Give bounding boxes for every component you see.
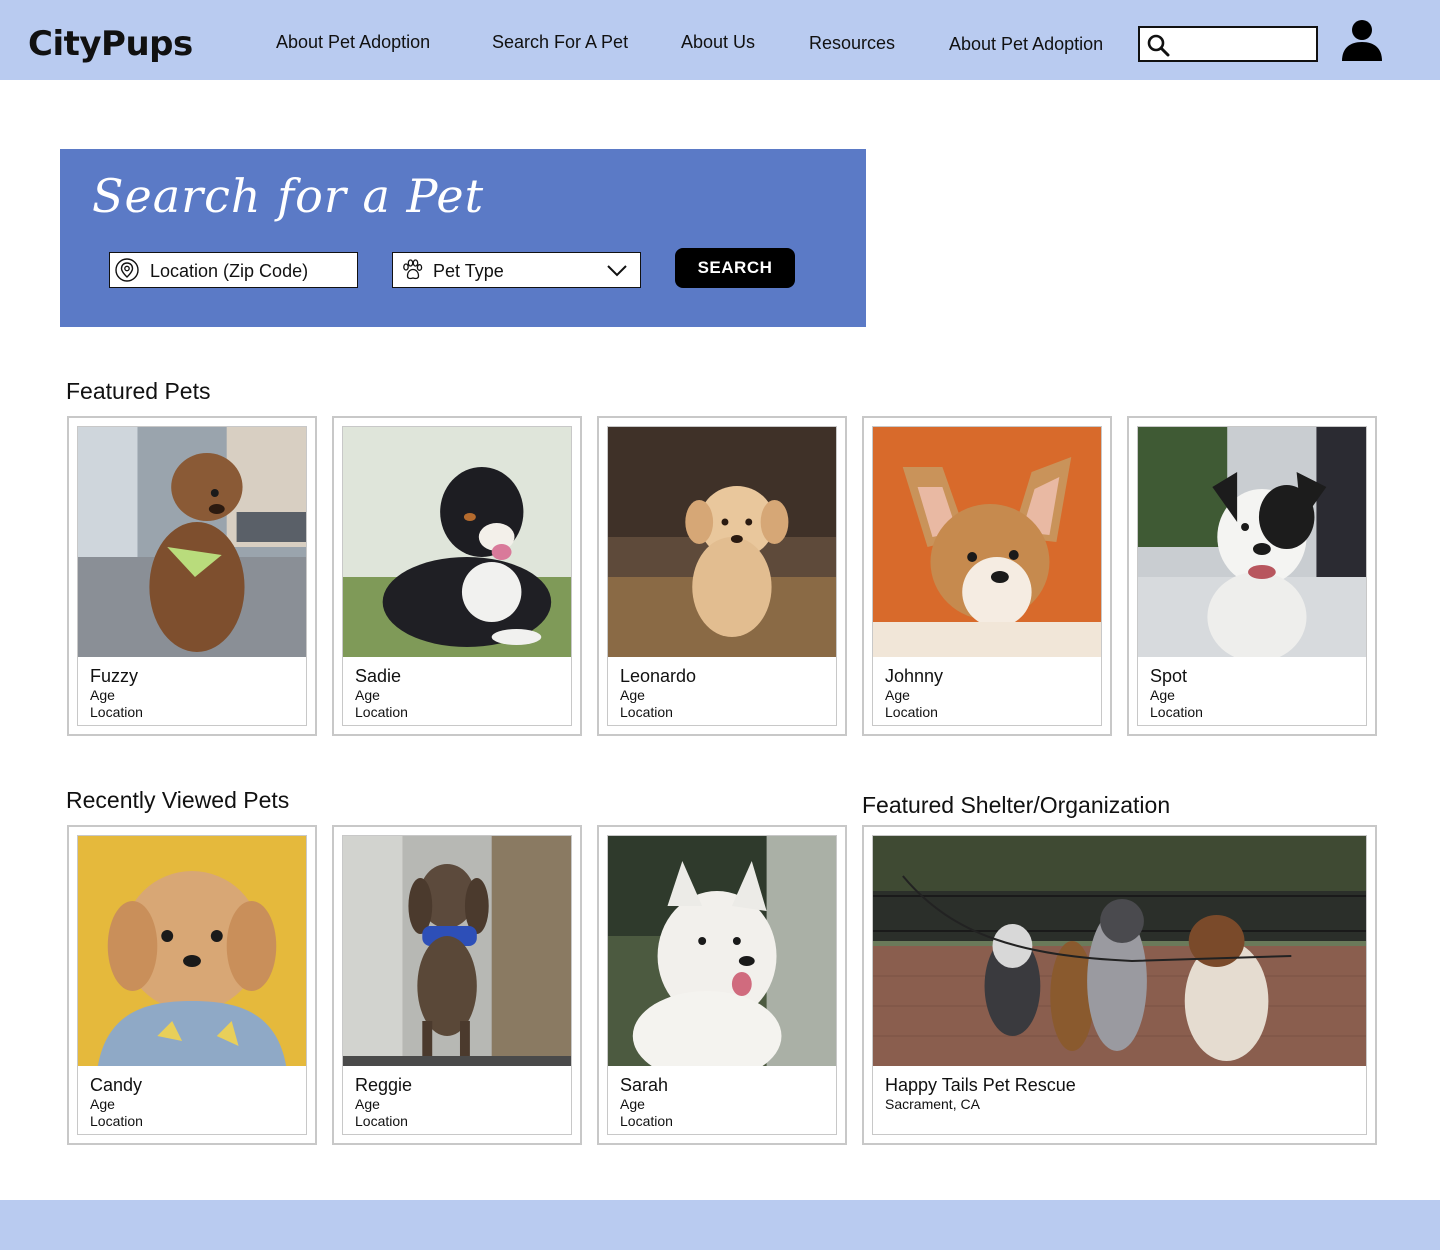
pet-age: Age	[90, 687, 115, 703]
pet-card-frame: Candy Age Location	[77, 835, 307, 1135]
pet-name: Johnny	[885, 666, 944, 686]
pet-photo	[343, 836, 571, 1066]
pet-card-frame: Reggie Age Location	[342, 835, 572, 1135]
pet-location: Location	[90, 1113, 143, 1129]
nav-link-about-us[interactable]: About Us	[681, 30, 755, 54]
pet-location: Location	[620, 704, 673, 720]
pet-age: Age	[885, 687, 910, 703]
pet-card-frame: Spot Age Location	[1137, 426, 1367, 726]
nav-link-search-for-a-pet[interactable]: Search For A Pet	[492, 30, 628, 54]
header-search-box[interactable]	[1138, 26, 1318, 62]
site-logo[interactable]: CityPups	[28, 22, 193, 66]
shelter-name: Happy Tails Pet Rescue	[885, 1075, 1076, 1095]
shelter-photo	[873, 836, 1366, 1066]
pet-location: Location	[355, 704, 408, 720]
pet-name: Leonardo	[620, 666, 697, 686]
pet-name: Candy	[90, 1075, 143, 1095]
pet-card-sadie[interactable]: Sadie Age Location	[332, 416, 582, 736]
pet-type-dropdown[interactable]: Pet Type	[392, 252, 641, 288]
top-nav-bar: CityPups About Pet Adoption Search For A…	[0, 0, 1440, 80]
pet-card-frame: Sadie Age Location	[342, 426, 572, 726]
pet-photo	[343, 427, 571, 657]
pet-card-candy[interactable]: Candy Age Location	[67, 825, 317, 1145]
search-button[interactable]: SEARCH	[675, 248, 795, 288]
pet-name: Reggie	[355, 1075, 413, 1095]
pet-age: Age	[620, 1096, 645, 1112]
location-input[interactable]: Location (Zip Code)	[109, 252, 358, 288]
nav-link-resources[interactable]: Resources	[809, 31, 895, 55]
header-search-input[interactable]	[1176, 32, 1312, 56]
paw-icon	[403, 259, 423, 280]
pet-photo	[1138, 427, 1366, 657]
pet-photo	[873, 427, 1101, 657]
shelter-location: Sacrament, CA	[885, 1096, 980, 1112]
pet-name: Spot	[1150, 666, 1188, 686]
pet-location: Location	[90, 704, 143, 720]
pet-location: Location	[620, 1113, 673, 1129]
pet-card-frame: Leonardo Age Location	[607, 426, 837, 726]
pet-card-reggie[interactable]: Reggie Age Location	[332, 825, 582, 1145]
pet-card-frame: Sarah Age Location	[607, 835, 837, 1135]
search-icon	[1147, 34, 1170, 57]
shelter-card[interactable]: Happy Tails Pet Rescue Sacrament, CA	[862, 825, 1377, 1145]
pet-photo	[78, 836, 306, 1066]
pet-card-spot[interactable]: Spot Age Location	[1127, 416, 1377, 736]
featured-pets-heading: Featured Pets	[66, 378, 211, 404]
nav-link-about-pet-adoption[interactable]: About Pet Adoption	[276, 30, 430, 54]
pet-card-leonardo[interactable]: Leonardo Age Location	[597, 416, 847, 736]
shelter-card-frame: Happy Tails Pet Rescue Sacrament, CA	[872, 835, 1367, 1135]
pet-location: Location	[885, 704, 938, 720]
pet-card-fuzzy[interactable]: Fuzzy Age Location	[67, 416, 317, 736]
pet-name: Fuzzy	[90, 666, 139, 686]
recently-viewed-heading: Recently Viewed Pets	[66, 787, 290, 813]
pet-photo	[608, 836, 836, 1066]
pet-age: Age	[355, 687, 380, 703]
pet-age: Age	[1150, 687, 1175, 703]
footer-bar	[0, 1200, 1440, 1250]
user-account-icon[interactable]	[1340, 18, 1384, 62]
pet-card-johnny[interactable]: Johnny Age Location	[862, 416, 1112, 736]
pet-card-sarah[interactable]: Sarah Age Location	[597, 825, 847, 1145]
featured-shelter-heading: Featured Shelter/Organization	[862, 792, 1171, 818]
pet-type-label: Pet Type	[433, 261, 504, 281]
pet-location: Location	[355, 1113, 408, 1129]
location-pin-icon	[115, 258, 139, 282]
pet-photo	[608, 427, 836, 657]
pet-age: Age	[90, 1096, 115, 1112]
pet-name: Sadie	[355, 666, 402, 686]
chevron-down-icon	[607, 265, 627, 277]
pet-photo	[78, 427, 306, 657]
pet-age: Age	[620, 687, 645, 703]
search-panel-title: Search for a Pet	[92, 169, 485, 223]
location-placeholder: Location (Zip Code)	[150, 261, 309, 281]
pet-card-frame: Fuzzy Age Location	[77, 426, 307, 726]
pet-location: Location	[1150, 704, 1203, 720]
pet-name: Sarah	[620, 1075, 669, 1095]
pet-age: Age	[355, 1096, 380, 1112]
nav-link-about-pet-adoption-2[interactable]: About Pet Adoption	[949, 32, 1103, 56]
pet-card-frame: Johnny Age Location	[872, 426, 1102, 726]
